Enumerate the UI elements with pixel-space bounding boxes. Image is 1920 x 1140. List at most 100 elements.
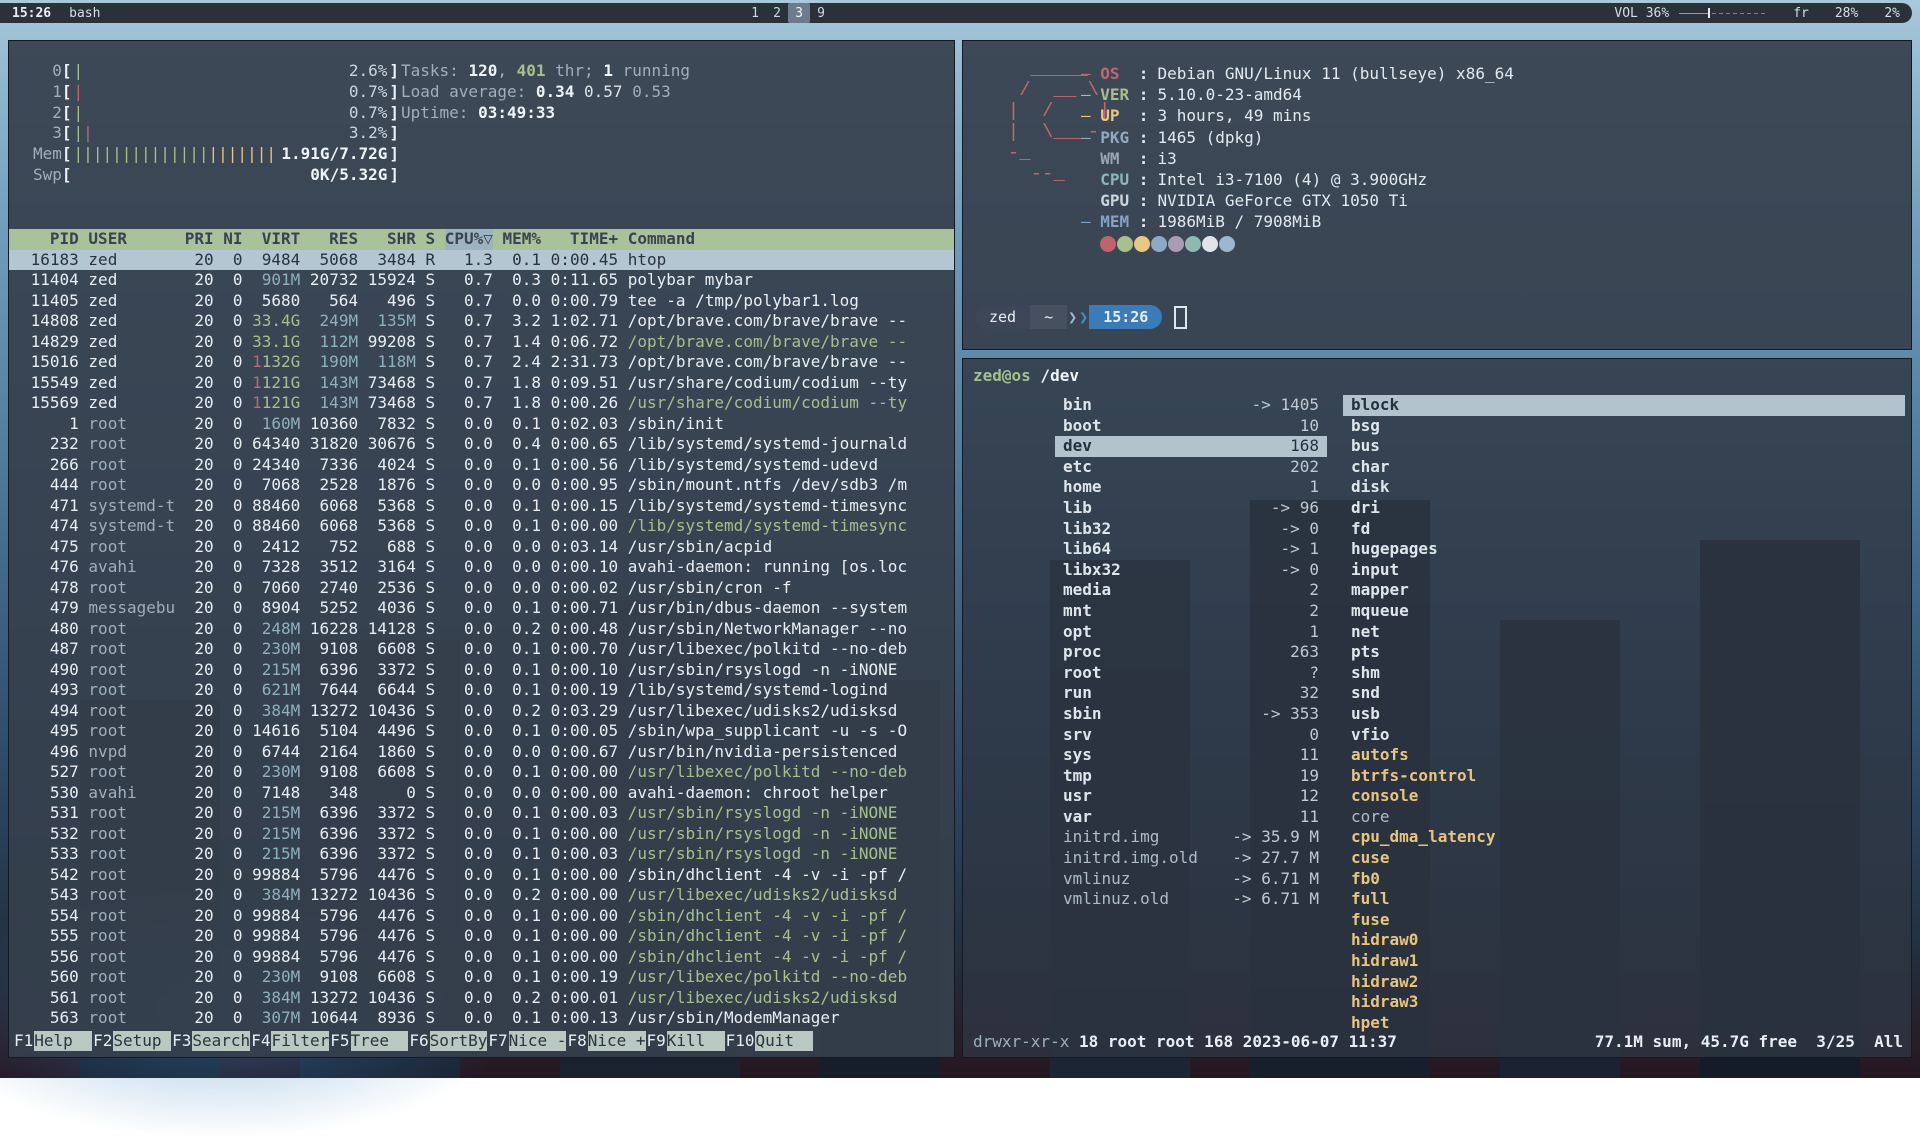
ranger-parent-item[interactable]: proc263 bbox=[1055, 642, 1327, 663]
workspace-item-3[interactable]: 3 bbox=[788, 3, 810, 23]
ranger-main-item[interactable]: fuse bbox=[1343, 910, 1905, 931]
ranger-main-item[interactable]: vfio bbox=[1343, 725, 1905, 746]
ranger-main-item[interactable]: fb0 bbox=[1343, 869, 1905, 890]
ranger-main-item[interactable]: core bbox=[1343, 807, 1905, 828]
process-row[interactable]: 1root200160M103607832S0.00.10:02.03/sbin… bbox=[9, 414, 954, 435]
ranger-main-item[interactable]: btrfs-control bbox=[1343, 766, 1905, 787]
process-row[interactable]: 11404zed200901M2073215924S0.70.30:11.65p… bbox=[9, 270, 954, 291]
process-row[interactable]: 15549zed2001121G143M73468S0.71.80:09.51/… bbox=[9, 373, 954, 394]
process-row[interactable]: 14808zed20033.4G249M135MS0.73.21:02.71/o… bbox=[9, 311, 954, 332]
process-row[interactable]: 471systemd-t2008846060685368S0.00.10:00.… bbox=[9, 496, 954, 517]
ranger-main-item[interactable]: hidraw1 bbox=[1343, 951, 1905, 972]
ranger-parent-item[interactable]: vmlinuz.old-> 6.71 M bbox=[1055, 889, 1327, 910]
ranger-parent-item[interactable]: mnt2 bbox=[1055, 601, 1327, 622]
process-row[interactable]: 476avahi200732835123164S0.00.00:00.10ava… bbox=[9, 557, 954, 578]
volume-slider[interactable] bbox=[1679, 7, 1767, 19]
ranger-main-item[interactable]: bus bbox=[1343, 436, 1905, 457]
process-row[interactable]: 490root200215M63963372S0.00.10:00.10/usr… bbox=[9, 660, 954, 681]
ranger-parent-item[interactable]: etc202 bbox=[1055, 457, 1327, 478]
ranger-main-item[interactable]: net bbox=[1343, 622, 1905, 643]
ranger-main-item[interactable]: hpet bbox=[1343, 1013, 1905, 1034]
ranger-main-item[interactable]: hidraw3 bbox=[1343, 992, 1905, 1013]
ranger-parent-item[interactable]: srv0 bbox=[1055, 725, 1327, 746]
ranger-parent-item[interactable]: bin-> 1405 bbox=[1055, 395, 1327, 416]
ranger-main-item[interactable]: fd bbox=[1343, 519, 1905, 540]
process-row[interactable]: 16183zed200948450683484R1.30.10:00.45hto… bbox=[9, 250, 954, 271]
process-row[interactable]: 543root200384M1327210436S0.00.20:00.00/u… bbox=[9, 885, 954, 906]
ranger-main-item[interactable]: dri bbox=[1343, 498, 1905, 519]
process-row[interactable]: 478root200706027402536S0.00.00:00.02/usr… bbox=[9, 578, 954, 599]
fn-key-f8[interactable]: F8Nice + bbox=[566, 1031, 645, 1051]
process-row[interactable]: 266root2002434073364024S0.00.10:00.56/li… bbox=[9, 455, 954, 476]
process-row[interactable]: 232root200643403182030676S0.00.40:00.65/… bbox=[9, 434, 954, 455]
ranger-main-item[interactable]: full bbox=[1343, 889, 1905, 910]
process-row[interactable]: 480root200248M1622814128S0.00.20:00.48/u… bbox=[9, 619, 954, 640]
ranger-main-item[interactable]: block bbox=[1343, 395, 1905, 416]
process-row[interactable]: 496nvpd200674421641860S0.00.00:00.67/usr… bbox=[9, 742, 954, 763]
process-row[interactable]: 15016zed2001132G190M118MS0.72.42:31.73/o… bbox=[9, 352, 954, 373]
ranger-parent-item[interactable]: sys11 bbox=[1055, 745, 1327, 766]
ranger-parent-item[interactable]: root? bbox=[1055, 663, 1327, 684]
process-row[interactable]: 14829zed20033.1G112M99208S0.71.40:06.72/… bbox=[9, 332, 954, 353]
ranger-main-item[interactable]: disk bbox=[1343, 477, 1905, 498]
ranger-parent-item[interactable]: media2 bbox=[1055, 580, 1327, 601]
ranger-parent-item[interactable]: lib64-> 1 bbox=[1055, 539, 1327, 560]
ranger-main-item[interactable]: console bbox=[1343, 786, 1905, 807]
volume-slider-handle[interactable] bbox=[1708, 8, 1710, 18]
process-row[interactable]: 560root200230M91086608S0.00.10:00.19/usr… bbox=[9, 967, 954, 988]
ranger-main-item[interactable]: shm bbox=[1343, 663, 1905, 684]
process-row[interactable]: 554root2009988457964476S0.00.10:00.00/sb… bbox=[9, 906, 954, 927]
process-row[interactable]: 527root200230M91086608S0.00.10:00.00/usr… bbox=[9, 762, 954, 783]
workspace-item-1[interactable]: 1 bbox=[744, 3, 766, 23]
process-row[interactable]: 563root200307M106448936S0.00.10:00.13/us… bbox=[9, 1008, 954, 1029]
fn-key-f6[interactable]: F6SortBy bbox=[408, 1031, 487, 1051]
ranger-parent-item[interactable]: dev168 bbox=[1055, 436, 1327, 457]
process-row[interactable]: 493root200621M76446644S0.00.10:00.19/lib… bbox=[9, 680, 954, 701]
process-row[interactable]: 495root2001461651044496S0.00.10:00.05/sb… bbox=[9, 721, 954, 742]
process-row[interactable]: 11405zed2005680564496S0.70.00:00.79tee -… bbox=[9, 291, 954, 312]
ranger-parent-item[interactable]: opt1 bbox=[1055, 622, 1327, 643]
ranger-parent-item[interactable]: boot10 bbox=[1055, 416, 1327, 437]
process-row[interactable]: 530avahi20071483480S0.00.00:00.00avahi-d… bbox=[9, 783, 954, 804]
ranger-main-item[interactable]: mapper bbox=[1343, 580, 1905, 601]
process-row[interactable]: 532root200215M63963372S0.00.10:00.00/usr… bbox=[9, 824, 954, 845]
ranger-parent-item[interactable]: usr12 bbox=[1055, 786, 1327, 807]
process-row[interactable]: 556root2009988457964476S0.00.10:00.00/sb… bbox=[9, 947, 954, 968]
ranger-parent-item[interactable]: run32 bbox=[1055, 683, 1327, 704]
ranger-main-item[interactable]: pts bbox=[1343, 642, 1905, 663]
ranger-parent-item[interactable]: var11 bbox=[1055, 807, 1327, 828]
process-row[interactable]: 15569zed2001121G143M73468S0.71.80:00.26/… bbox=[9, 393, 954, 414]
process-row[interactable]: 533root200215M63963372S0.00.10:00.03/usr… bbox=[9, 844, 954, 865]
process-row[interactable]: 494root200384M1327210436S0.00.20:03.29/u… bbox=[9, 701, 954, 722]
ranger-main-item[interactable]: hugepages bbox=[1343, 539, 1905, 560]
fn-key-f3[interactable]: F3Search bbox=[171, 1031, 250, 1051]
ranger-parent-item[interactable]: tmp19 bbox=[1055, 766, 1327, 787]
process-row[interactable]: 531root200215M63963372S0.00.10:00.03/usr… bbox=[9, 803, 954, 824]
workspace-item-9[interactable]: 9 bbox=[810, 3, 832, 23]
ranger-main-item[interactable]: cpu_dma_latency bbox=[1343, 827, 1905, 848]
fn-key-f7[interactable]: F7Nice - bbox=[487, 1031, 566, 1051]
process-row[interactable]: 474systemd-t2008846060685368S0.00.10:00.… bbox=[9, 516, 954, 537]
ranger-parent-item[interactable]: sbin-> 353 bbox=[1055, 704, 1327, 725]
process-row[interactable]: 479messagebu200890452524036S0.00.10:00.7… bbox=[9, 598, 954, 619]
process-row[interactable]: 555root2009988457964476S0.00.10:00.00/sb… bbox=[9, 926, 954, 947]
process-row[interactable]: 561root200384M1327210436S0.00.20:00.01/u… bbox=[9, 988, 954, 1009]
ranger-main-item[interactable]: snd bbox=[1343, 683, 1905, 704]
fn-key-f1[interactable]: F1Help bbox=[13, 1031, 92, 1051]
ranger-parent-item[interactable]: lib32-> 0 bbox=[1055, 519, 1327, 540]
fn-key-f9[interactable]: F9Kill bbox=[646, 1031, 725, 1051]
process-row[interactable]: 487root200230M91086608S0.00.10:00.70/usr… bbox=[9, 639, 954, 660]
ranger-main-item[interactable]: autofs bbox=[1343, 745, 1905, 766]
process-row[interactable]: 444root200706825281876S0.00.00:00.95/sbi… bbox=[9, 475, 954, 496]
ranger-parent-item[interactable]: initrd.img-> 35.9 M bbox=[1055, 827, 1327, 848]
process-row[interactable]: 475root2002412752688S0.00.00:03.14/usr/s… bbox=[9, 537, 954, 558]
ranger-main-item[interactable]: input bbox=[1343, 560, 1905, 581]
ranger-main-item[interactable]: char bbox=[1343, 457, 1905, 478]
process-row[interactable]: 542root2009988457964476S0.00.10:00.00/sb… bbox=[9, 865, 954, 886]
ranger-parent-item[interactable]: lib-> 96 bbox=[1055, 498, 1327, 519]
ranger-main-item[interactable]: cuse bbox=[1343, 848, 1905, 869]
ranger-parent-item[interactable]: libx32-> 0 bbox=[1055, 560, 1327, 581]
ranger-main-item[interactable]: hidraw2 bbox=[1343, 972, 1905, 993]
ranger-parent-item[interactable]: initrd.img.old-> 27.7 M bbox=[1055, 848, 1327, 869]
workspace-item-2[interactable]: 2 bbox=[766, 3, 788, 23]
